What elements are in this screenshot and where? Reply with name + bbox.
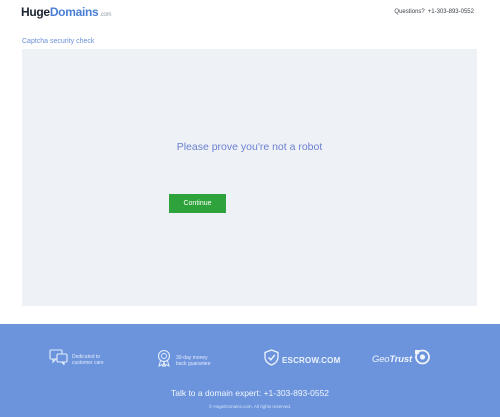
questions-label: Questions? <box>394 9 425 15</box>
copyright: © HugeDomains.com. All rights reserved. <box>208 404 292 409</box>
money-back-badge: 30-day money back guarantee <box>156 349 210 372</box>
continue-button[interactable]: Continue <box>169 194 226 213</box>
money-back-line2: back guarantee <box>176 360 211 367</box>
captcha-prompt: Please prove you're not a robot <box>176 141 323 153</box>
domain-expert-contact[interactable]: Talk to a domain expert: +1-303-893-0552 <box>0 388 500 398</box>
page-title: Captcha security check <box>22 38 95 45</box>
logo-huge: Huge <box>21 5 50 19</box>
site-header: HugeDomains.com Questions? +1-303-893-055… <box>0 0 500 28</box>
customer-care-icon <box>49 349 68 370</box>
geotrust-seal-icon <box>414 349 431 370</box>
escrow-text: ESCROW.COM <box>282 355 341 365</box>
geotrust-trust: Trust <box>389 354 412 365</box>
geotrust-badge: GeoTrust <box>372 349 431 370</box>
money-back-text: 30-day money back guarantee <box>176 355 210 367</box>
logo-domains: Domains <box>49 5 99 19</box>
money-back-medal-icon <box>156 349 172 372</box>
header-phone-link[interactable]: +1-303-893-0552 <box>428 9 474 15</box>
header-contact: Questions? +1-303-893-0552 <box>394 9 474 15</box>
geotrust-geo: Geo <box>372 354 390 365</box>
escrow-badge: ESCROW.COM <box>264 349 340 371</box>
hugedomains-logo[interactable]: HugeDomains.com <box>21 5 111 19</box>
customer-care-line2: customer care <box>72 359 104 366</box>
geotrust-text: GeoTrust <box>372 354 412 365</box>
customer-care-badge: Dedicated to customer care <box>49 349 104 370</box>
escrow-shield-icon <box>264 349 279 371</box>
captcha-panel: Please prove you're not a robot Continue <box>22 49 477 306</box>
site-footer: Dedicated to customer care 30-day money … <box>0 324 500 417</box>
logo-com: .com <box>99 12 112 18</box>
customer-care-text: Dedicated to customer care <box>72 354 104 366</box>
